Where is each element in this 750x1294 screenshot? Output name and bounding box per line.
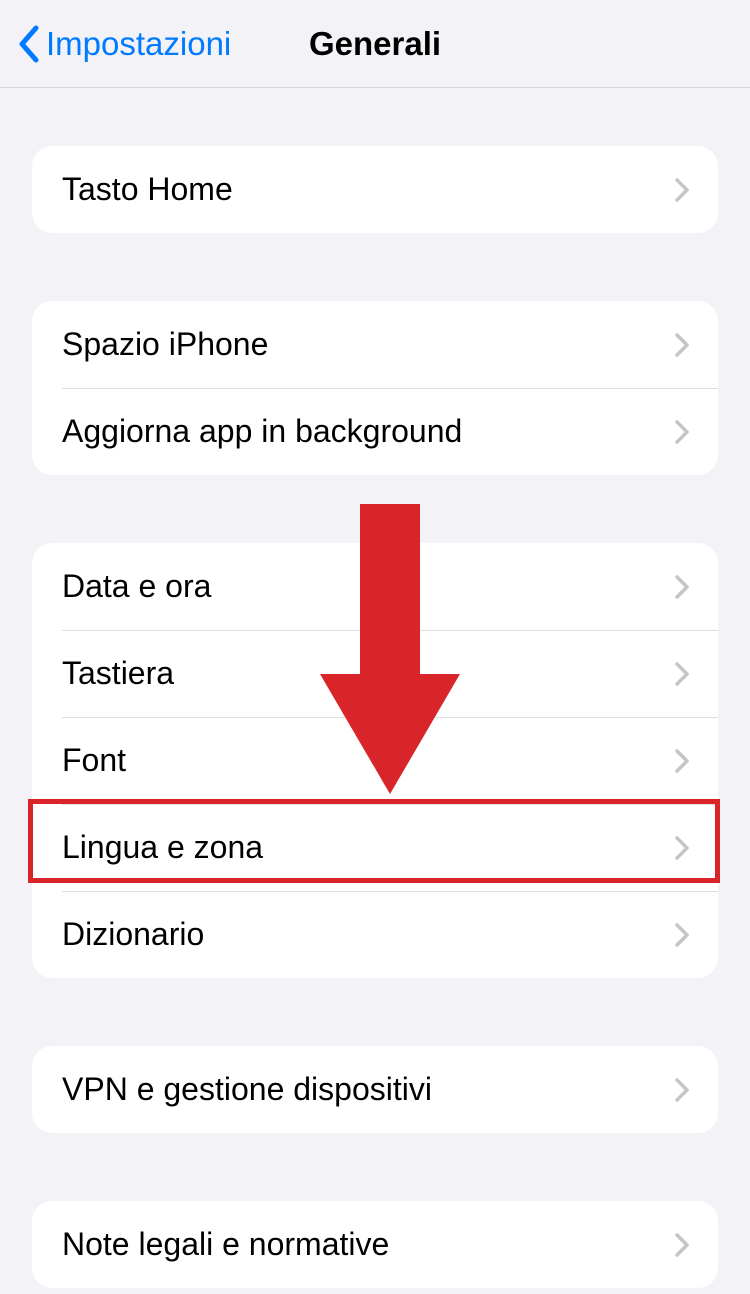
- row-label: Font: [62, 742, 126, 779]
- row-aggiorna-app-background[interactable]: Aggiorna app in background: [32, 388, 718, 475]
- nav-bar: Impostazioni Generali: [0, 0, 750, 88]
- back-label: Impostazioni: [46, 25, 231, 63]
- chevron-right-icon: [674, 332, 690, 358]
- chevron-right-icon: [674, 748, 690, 774]
- page-title: Generali: [309, 25, 441, 63]
- row-font[interactable]: Font: [32, 717, 718, 804]
- chevron-right-icon: [674, 177, 690, 203]
- settings-group: Data e ora Tastiera Font Lingua e zona D…: [32, 543, 718, 978]
- row-dizionario[interactable]: Dizionario: [32, 891, 718, 978]
- settings-group: Tasto Home: [32, 146, 718, 233]
- row-tastiera[interactable]: Tastiera: [32, 630, 718, 717]
- row-label: VPN e gestione dispositivi: [62, 1071, 432, 1108]
- chevron-right-icon: [674, 1232, 690, 1258]
- chevron-right-icon: [674, 922, 690, 948]
- back-button[interactable]: Impostazioni: [16, 25, 231, 63]
- chevron-right-icon: [674, 574, 690, 600]
- row-label: Aggiorna app in background: [62, 413, 462, 450]
- row-label: Dizionario: [62, 916, 204, 953]
- content: Tasto Home Spazio iPhone Aggiorna app in…: [0, 146, 750, 1288]
- row-spazio-iphone[interactable]: Spazio iPhone: [32, 301, 718, 388]
- chevron-right-icon: [674, 835, 690, 861]
- settings-group: Note legali e normative: [32, 1201, 718, 1288]
- row-tasto-home[interactable]: Tasto Home: [32, 146, 718, 233]
- chevron-right-icon: [674, 661, 690, 687]
- row-label: Note legali e normative: [62, 1226, 389, 1263]
- row-vpn-gestione-dispositivi[interactable]: VPN e gestione dispositivi: [32, 1046, 718, 1133]
- row-label: Tastiera: [62, 655, 174, 692]
- row-label: Tasto Home: [62, 171, 233, 208]
- row-label: Data e ora: [62, 568, 211, 605]
- settings-group: Spazio iPhone Aggiorna app in background: [32, 301, 718, 475]
- row-label: Spazio iPhone: [62, 326, 268, 363]
- row-data-e-ora[interactable]: Data e ora: [32, 543, 718, 630]
- row-label: Lingua e zona: [62, 829, 263, 866]
- chevron-right-icon: [674, 419, 690, 445]
- row-note-legali[interactable]: Note legali e normative: [32, 1201, 718, 1288]
- row-lingua-e-zona[interactable]: Lingua e zona: [32, 804, 718, 891]
- settings-group: VPN e gestione dispositivi: [32, 1046, 718, 1133]
- chevron-right-icon: [674, 1077, 690, 1103]
- chevron-left-icon: [16, 25, 40, 63]
